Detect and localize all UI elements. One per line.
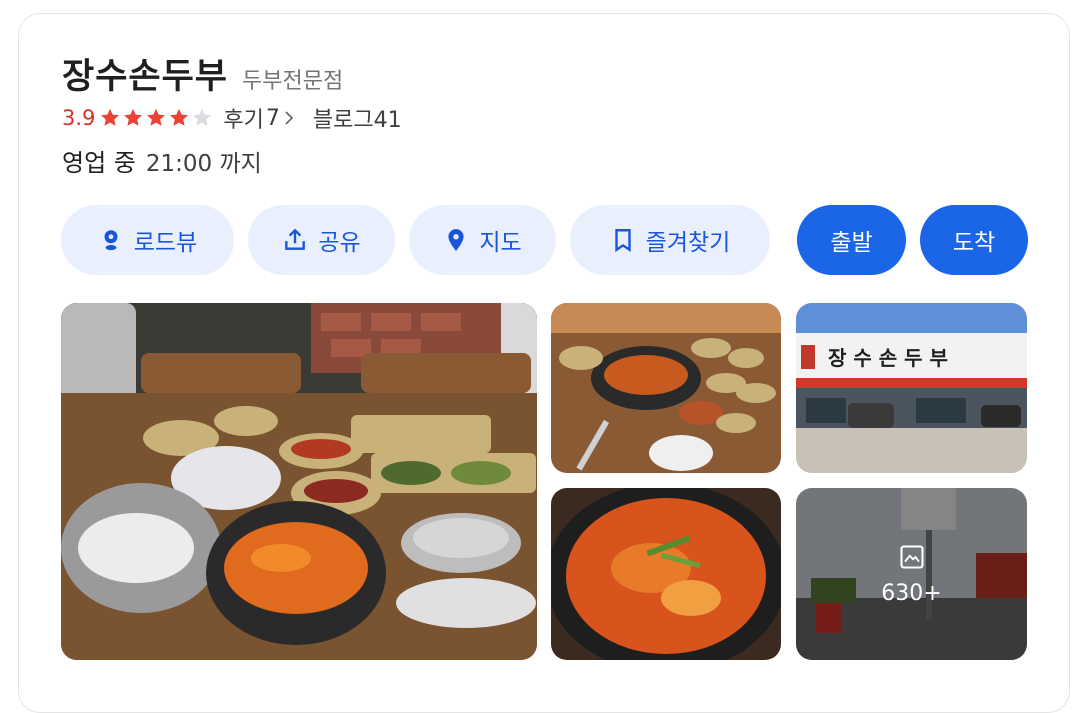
star-icon bbox=[124, 108, 143, 126]
photo-main[interactable] bbox=[61, 303, 537, 660]
reviews-count: 7 bbox=[265, 105, 280, 131]
roadview-icon bbox=[104, 230, 118, 251]
place-name[interactable]: 장수손두부 bbox=[62, 48, 228, 99]
depart-button[interactable]: 출발 bbox=[797, 205, 906, 275]
rating-row: 3.9 후기 7 블로그41 bbox=[62, 102, 402, 134]
photo-3[interactable]: 장 수 손 두 부 bbox=[796, 303, 1027, 473]
star-empty-icon bbox=[193, 108, 212, 126]
star-icon bbox=[101, 108, 120, 126]
blog-link[interactable]: 블로그41 bbox=[313, 102, 402, 134]
more-photos-overlay: 630+ bbox=[796, 488, 1027, 660]
star-rating bbox=[99, 107, 213, 129]
bookmark-label: 즐겨찾기 bbox=[645, 230, 731, 256]
share-icon bbox=[285, 228, 306, 250]
reviews-link[interactable]: 후기 7 bbox=[223, 102, 312, 134]
storefront-photo: 장 수 손 두 부 bbox=[796, 303, 1027, 473]
more-photos-count: 630+ bbox=[881, 580, 942, 606]
open-status: 영업 중 bbox=[62, 149, 136, 177]
hours-row: 영업 중 21:00 까지 bbox=[62, 143, 262, 178]
arrive-label: 도착 bbox=[952, 230, 996, 256]
storefront-sign: 장 수 손 두 부 bbox=[828, 346, 948, 370]
roadview-label: 로드뷰 bbox=[133, 230, 198, 256]
arrive-button[interactable]: 도착 bbox=[920, 205, 1028, 275]
blog-count: 41 bbox=[373, 108, 402, 133]
share-button[interactable]: 공유 bbox=[248, 205, 395, 275]
food-photo bbox=[551, 303, 781, 473]
share-label: 공유 bbox=[318, 230, 361, 256]
photo-more[interactable]: 630+ bbox=[796, 488, 1027, 660]
map-label: 지도 bbox=[479, 230, 522, 256]
bookmark-icon bbox=[614, 229, 631, 252]
place-category: 두부전문점 bbox=[242, 69, 344, 94]
map-button[interactable]: 지도 bbox=[409, 205, 556, 275]
closing-time: 21:00 까지 bbox=[145, 151, 262, 177]
chevron-right-icon bbox=[285, 111, 294, 125]
depart-label: 출발 bbox=[830, 230, 873, 256]
photo-2[interactable] bbox=[551, 303, 781, 473]
star-icon bbox=[170, 108, 189, 126]
photo-gallery-icon bbox=[899, 544, 924, 569]
bookmark-button[interactable]: 즐겨찾기 bbox=[570, 205, 770, 275]
star-icon bbox=[147, 108, 166, 126]
photo-4[interactable] bbox=[551, 488, 781, 660]
reviews-label: 후기 bbox=[223, 108, 264, 133]
rating-value: 3.9 bbox=[62, 106, 96, 130]
blog-label: 블로그 bbox=[312, 108, 374, 133]
food-photo bbox=[61, 303, 537, 660]
title-row: 장수손두부 두부전문점 bbox=[62, 48, 343, 99]
roadview-button[interactable]: 로드뷰 bbox=[61, 205, 234, 275]
location-pin-icon bbox=[448, 229, 464, 251]
food-photo bbox=[551, 488, 781, 660]
